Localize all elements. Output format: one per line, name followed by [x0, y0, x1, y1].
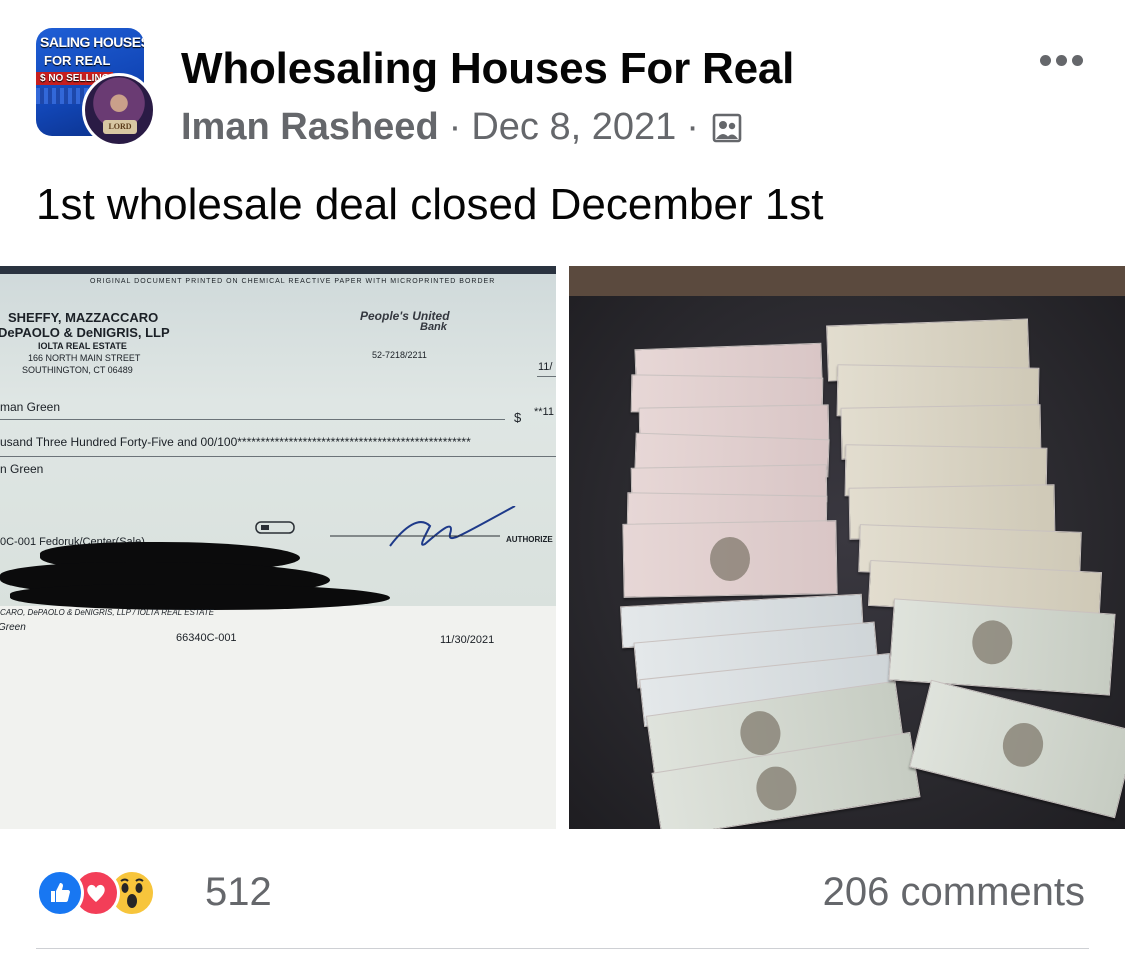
check-stub-name: Green [0, 622, 26, 633]
like-icon [36, 869, 84, 917]
comments-count-link[interactable]: 206 comments [823, 870, 1085, 915]
check-iolta: IOLTA REAL ESTATE [38, 341, 127, 351]
more-options-icon-dot [1072, 54, 1083, 66]
check-routing: 52-7218/2211 [372, 350, 427, 360]
check-address2: SOUTHINGTON, CT 06489 [22, 365, 133, 375]
bill-portrait [970, 618, 1014, 666]
redaction-mark [10, 584, 390, 610]
check-date-line [537, 376, 556, 377]
bill-portrait [753, 763, 800, 814]
bill-portrait [737, 708, 784, 758]
check-authorized-label: AUTHORIZE [506, 535, 553, 544]
check-payee-line [0, 419, 505, 420]
post-meta: Iman Rasheed · Dec 8, 2021 · [181, 106, 743, 149]
check-top-edge [0, 266, 556, 274]
post-text: 1st wholesale deal closed December 1st [36, 180, 824, 229]
cash-bill-fifty [622, 520, 838, 598]
author-avatar-badge: LORD [103, 120, 137, 134]
group-avatar-stack[interactable]: SALING HOUSES FOR REAL $ NO SELLING LORD [36, 28, 158, 148]
bill-portrait [709, 536, 751, 582]
check-address1: 166 NORTH MAIN STREET [28, 353, 141, 363]
author-name-link[interactable]: Iman Rasheed [181, 106, 439, 149]
check-bank-name2: Bank [420, 321, 447, 333]
post-date-link[interactable]: Dec 8, 2021 [471, 106, 676, 149]
group-avatar-line1: SALING HOUSES [40, 34, 144, 50]
group-name-link[interactable]: Wholesaling Houses For Real [181, 44, 794, 94]
check-firm-line1: SHEFFY, MAZZACCARO [8, 310, 159, 325]
bill-portrait [998, 718, 1048, 772]
signature [330, 506, 516, 547]
check-border-text: ORIGINAL DOCUMENT PRINTED ON CHEMICAL RE… [90, 278, 496, 285]
check-amount-words: usand Three Hundred Forty-Five and 00/10… [0, 435, 471, 449]
check-amount: **11 [534, 406, 554, 418]
check-stub-date: 11/30/2021 [440, 634, 495, 646]
group-avatar-line2: FOR REAL [44, 53, 111, 68]
post-photo-cash[interactable] [569, 266, 1125, 829]
check-date-fragment: 11/ [538, 361, 553, 373]
meta-separator: · [448, 106, 462, 148]
reactions-summary[interactable] [36, 868, 156, 918]
reaction-count[interactable]: 512 [205, 870, 272, 915]
members-icon [712, 113, 742, 142]
more-options-icon-dot [1056, 54, 1067, 66]
more-options-icon [1040, 54, 1051, 66]
more-options-button[interactable] [1040, 50, 1090, 70]
check-stub-number: 66340C-001 [176, 632, 237, 644]
check-payee: man Green [0, 400, 61, 414]
author-avatar[interactable]: LORD [82, 73, 156, 147]
padlock-icon [255, 521, 295, 534]
post-photo-check[interactable]: ORIGINAL DOCUMENT PRINTED ON CHEMICAL RE… [0, 266, 556, 829]
meta-separator: · [686, 106, 699, 148]
check-words-line [0, 456, 556, 457]
cash-bill-twenty [888, 598, 1116, 696]
check-dollar-sign: $ [514, 410, 522, 425]
divider [36, 948, 1089, 949]
check-firm-line2: DePAOLO & DeNIGRIS, LLP [0, 325, 170, 340]
check-name-line: n Green [0, 462, 44, 476]
check-stub-firm: CARO, DePAOLO & DeNIGRIS, LLP / IOLTA RE… [0, 608, 215, 617]
